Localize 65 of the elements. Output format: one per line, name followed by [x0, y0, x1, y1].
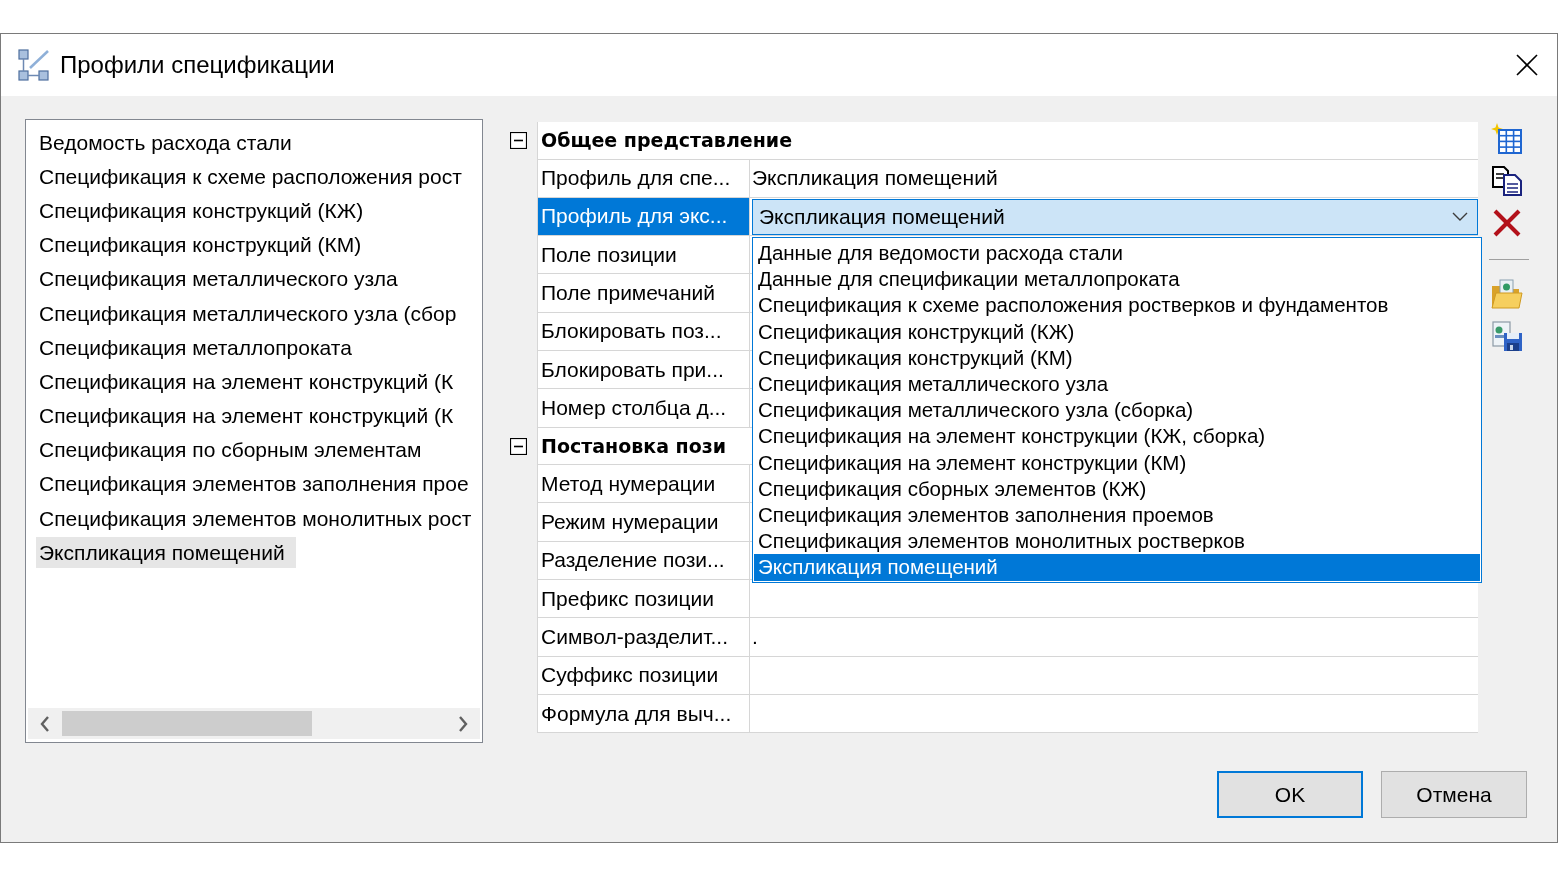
value-field[interactable] [750, 656, 1478, 695]
dropdown-option[interactable]: Спецификация на элемент конструкции (КЖ, сборка) [754, 423, 1480, 450]
dropdown-option[interactable]: Спецификация металлического узла (сборка) [754, 397, 1480, 424]
ok-button[interactable]: OK [1217, 771, 1363, 818]
group-header: Общее представление [541, 129, 793, 152]
value-field[interactable]: Экспликация помещений [750, 159, 1478, 198]
dropdown-option[interactable]: Спецификация на элемент конструкции (КМ) [754, 449, 1480, 476]
dropdown-option[interactable]: Спецификация конструкций (КЖ) [754, 318, 1480, 345]
property-label[interactable]: Символ-разделит... [538, 618, 750, 657]
dropdown-option[interactable]: Экспликация помещений [754, 554, 1480, 581]
dropdown-option[interactable]: Спецификация сборных элементов (КЖ) [754, 475, 1480, 502]
scrollbar-thumb[interactable] [62, 711, 312, 736]
profile-item[interactable]: Спецификация к схеме расположения рост [36, 160, 473, 192]
table-icon[interactable] [1491, 123, 1523, 155]
value-field[interactable]: . [750, 618, 1478, 657]
profile-item[interactable]: Спецификация на элемент конструкций (К [36, 365, 465, 397]
profile-item[interactable]: Спецификация металлопроката [36, 331, 363, 363]
property-label[interactable]: Разделение пози... [538, 541, 750, 580]
dropdown-option[interactable]: Данные для спецификации металлопроката [754, 266, 1480, 293]
profile-item[interactable]: Спецификация по сборным элементам [36, 434, 433, 466]
cancel-button[interactable]: Отмена [1381, 771, 1527, 818]
profile-item[interactable]: Спецификация металлического узла (сбор [36, 297, 468, 329]
profile-item[interactable]: Ведомость расхода стали [36, 126, 303, 158]
dropdown-option[interactable]: Спецификация элементов монолитных ростверков [754, 528, 1480, 555]
property-label[interactable]: Поле примечаний [538, 274, 750, 313]
horizontal-scrollbar[interactable] [28, 708, 480, 739]
property-label[interactable]: Поле позиции [538, 236, 750, 275]
profile-item[interactable]: Спецификация металлического узла [36, 263, 409, 295]
profile-combobox[interactable]: Экспликация помещений [752, 198, 1478, 236]
profile-item[interactable]: Экспликация помещений [36, 536, 296, 568]
profile-item[interactable]: Спецификация элементов монолитных рост [36, 502, 483, 534]
dropdown-option[interactable]: Спецификация к схеме расположения ростверков и фундаментов [754, 292, 1480, 319]
chevron-left-icon[interactable] [40, 715, 50, 732]
dropdown-option[interactable]: Спецификация элементов заполнения проемов [754, 501, 1480, 529]
group-header: Постановка пози [541, 434, 727, 457]
collapse-icon[interactable] [510, 132, 527, 150]
copy-icon[interactable] [1491, 165, 1523, 197]
property-label[interactable]: Профиль для экс... [538, 197, 750, 237]
profile-item[interactable]: Спецификация элементов заполнения прое [36, 468, 480, 500]
collapse-icon[interactable] [510, 437, 527, 455]
dropdown-option[interactable]: Спецификация конструкций (КМ) [754, 344, 1480, 372]
profile-item[interactable]: Спецификация конструкций (КЖ) [36, 194, 375, 226]
folder-icon[interactable] [1491, 278, 1523, 310]
property-label[interactable]: Метод нумерации [538, 465, 750, 504]
value-field[interactable] [750, 579, 1478, 619]
property-label[interactable]: Формула для выч... [538, 694, 750, 734]
profile-item[interactable]: Спецификация на элемент конструкций (К [36, 400, 465, 432]
window-title: Профили спецификации [60, 50, 335, 80]
property-label[interactable]: Суффикс позиции [538, 656, 750, 695]
dropdown-option[interactable]: Спецификация металлического узла [754, 371, 1480, 398]
property-label[interactable]: Профиль для спе... [538, 159, 750, 198]
property-label[interactable]: Префикс позиции [538, 579, 750, 619]
property-label[interactable]: Блокировать поз... [538, 312, 750, 351]
close-icon [1516, 54, 1538, 76]
property-label[interactable]: Блокировать при... [538, 351, 750, 390]
save-icon[interactable] [1491, 320, 1523, 352]
property-label[interactable]: Номер столбца д... [538, 389, 750, 428]
chevron-down-icon [1452, 212, 1468, 222]
diagram-icon [18, 49, 50, 81]
chevron-right-icon[interactable] [458, 715, 468, 732]
delete-icon[interactable] [1491, 207, 1523, 239]
profile-item[interactable]: Спецификация конструкций (КМ) [36, 229, 373, 261]
property-label[interactable]: Режим нумерации [538, 503, 750, 542]
dropdown-option[interactable]: Данные для ведомости расхода стали [754, 240, 1480, 267]
value-field[interactable] [750, 694, 1478, 734]
